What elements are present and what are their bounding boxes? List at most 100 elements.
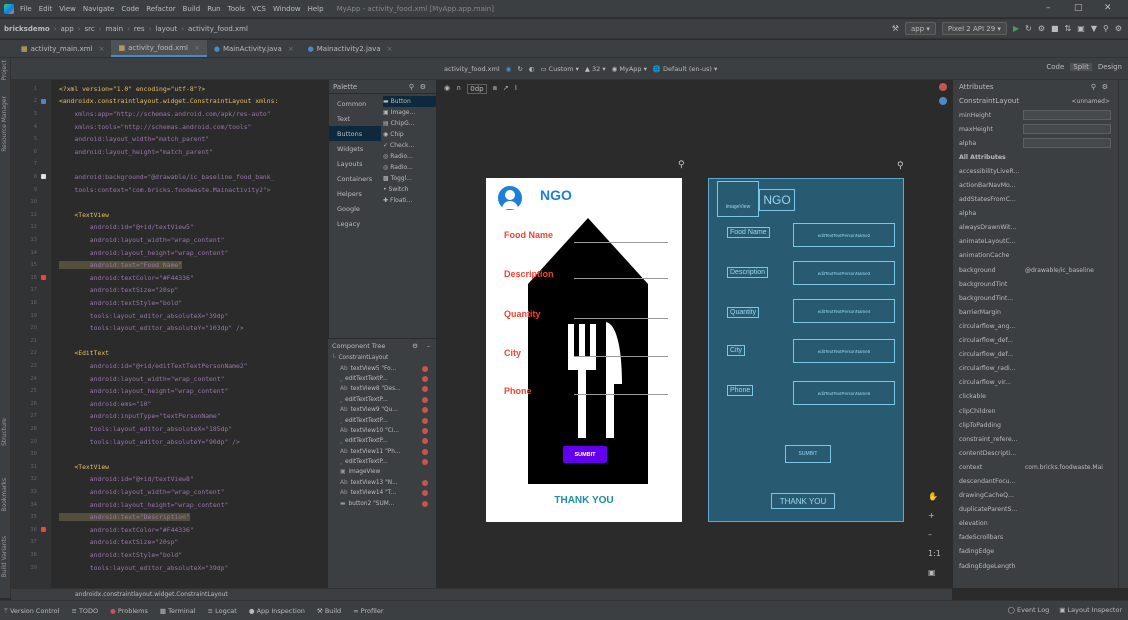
code-line[interactable]: 14 android:layout_height="wrap_content" bbox=[11, 248, 328, 258]
design-mode-button[interactable]: Design bbox=[1098, 63, 1122, 71]
palette-item[interactable]: ▬ Button bbox=[383, 96, 437, 107]
attribute-row[interactable]: addStatesFromC... bbox=[953, 193, 1118, 207]
code-line[interactable]: 17 android:textSize="20sp" bbox=[11, 286, 328, 296]
component-tree-row[interactable]: Ab textView11 "Ph... bbox=[328, 447, 436, 457]
attribute-value[interactable] bbox=[1023, 505, 1111, 515]
attribute-value[interactable] bbox=[1023, 476, 1111, 486]
close-tab-icon[interactable]: × bbox=[387, 45, 393, 53]
attribute-row[interactable]: clipChildren bbox=[953, 404, 1118, 418]
layout-inspector-tool[interactable]: ▣ Layout Inspector bbox=[1059, 606, 1122, 614]
palette-category[interactable]: Common bbox=[329, 96, 381, 111]
todo-tool[interactable]: ≡ TODO bbox=[71, 607, 98, 615]
code-line[interactable]: 7 bbox=[11, 160, 328, 170]
infer-constraints-icon[interactable]: ➚ bbox=[503, 84, 509, 94]
blueprint-phone-input[interactable]: editTextTextPersonName6 bbox=[793, 381, 895, 405]
gear-icon[interactable]: ⚙ bbox=[420, 83, 426, 91]
locale-select[interactable]: 🌐 Default (en-us) ▾ bbox=[653, 65, 717, 73]
city-input[interactable] bbox=[574, 356, 668, 357]
attribute-row[interactable]: clipToPadding bbox=[953, 418, 1118, 432]
component-tree-row[interactable]: ‸ editTextTextP... bbox=[328, 457, 436, 467]
component-tree-row[interactable]: ‸ editTextTextP... bbox=[328, 395, 436, 405]
code-line[interactable]: 15 android:text="Food Name" bbox=[11, 260, 328, 270]
search-icon[interactable]: ⚲ bbox=[1091, 83, 1096, 91]
palette-category[interactable]: Legacy bbox=[329, 216, 381, 231]
attribute-value[interactable] bbox=[1023, 195, 1111, 205]
code-line[interactable]: 3 xmlns:app="http://schemas.android.com/… bbox=[11, 109, 328, 119]
attribute-row[interactable]: background @drawable/ic_baseline bbox=[953, 263, 1118, 277]
menu-help[interactable]: Help bbox=[308, 5, 324, 13]
terminal-tool[interactable]: ▩ Terminal bbox=[160, 607, 196, 615]
code-line[interactable]: 26 android:ems="10" bbox=[11, 399, 328, 409]
resource-manager-tool-tab[interactable]: Resource Manager bbox=[1, 96, 8, 152]
orientation-icon[interactable]: ↻ bbox=[517, 65, 522, 73]
attribute-value[interactable] bbox=[1023, 350, 1111, 360]
blueprint-quantity[interactable]: Quantity bbox=[727, 307, 760, 318]
blueprint-image-view[interactable]: imageView bbox=[717, 181, 759, 217]
palette-item[interactable]: ▤ ChipG... bbox=[383, 118, 437, 129]
code-line[interactable]: 38 android:textStyle="bold" bbox=[11, 550, 328, 560]
phone-input[interactable] bbox=[574, 394, 668, 395]
attribute-row[interactable]: animateLayoutC... bbox=[953, 235, 1118, 249]
warning-icon[interactable] bbox=[422, 438, 428, 445]
code-line[interactable]: 1 <?xml version="1.0" encoding="utf-8"?> bbox=[11, 84, 328, 94]
warning-icon[interactable] bbox=[422, 386, 428, 393]
component-tree-row[interactable]: Ab textView5 "Fo... bbox=[328, 363, 436, 373]
food-name-input[interactable] bbox=[574, 242, 668, 243]
attribute-value[interactable] bbox=[1023, 209, 1111, 219]
attribute-row[interactable]: circularflow_ang... bbox=[953, 319, 1118, 333]
code-line[interactable]: 36 android:textColor="#F44336" bbox=[11, 525, 328, 535]
attribute-value[interactable] bbox=[1023, 223, 1111, 233]
breadcrumb-layout[interactable]: layout bbox=[155, 25, 177, 33]
settings-icon[interactable]: ⚙ bbox=[1115, 24, 1122, 33]
description-input[interactable] bbox=[574, 278, 668, 279]
code-line[interactable]: 21 bbox=[11, 336, 328, 346]
menu-file[interactable]: File bbox=[20, 5, 32, 13]
zoom-fit-icon[interactable]: ▣ bbox=[928, 568, 942, 577]
pin-icon[interactable]: ⚲ bbox=[897, 161, 904, 171]
submit-button[interactable]: SUMBIT bbox=[563, 446, 607, 463]
attribute-row[interactable]: alwaysDrawnWit... bbox=[953, 221, 1118, 235]
palette-category[interactable]: Buttons bbox=[329, 126, 381, 141]
menu-window[interactable]: Window bbox=[273, 5, 301, 13]
component-tree-row[interactable]: ▣ imageView bbox=[328, 467, 436, 477]
project-tool-tab[interactable]: Project bbox=[1, 60, 8, 81]
attribute-row[interactable]: backgroundTint bbox=[953, 277, 1118, 291]
code-mode-button[interactable]: Code bbox=[1046, 63, 1064, 71]
palette-item[interactable]: • Switch bbox=[383, 184, 437, 195]
tab-main-activity2[interactable]: ● Mainactivity2.java × bbox=[301, 40, 400, 57]
attribute-row[interactable]: maxHeight bbox=[953, 122, 1118, 136]
code-line[interactable]: 11 <TextView bbox=[11, 210, 328, 220]
code-line[interactable]: 32 android:id="@+id/textView8" bbox=[11, 475, 328, 485]
hammer-icon[interactable]: ⚒ bbox=[892, 24, 899, 33]
palette-category[interactable]: Layouts bbox=[329, 156, 381, 171]
code-line[interactable]: 12 android:id="@+id/textView5" bbox=[11, 223, 328, 233]
code-line[interactable]: 23 android:id="@+id/editTextTextPersonNa… bbox=[11, 361, 328, 371]
clear-constraints-icon[interactable]: ⧈ bbox=[493, 84, 497, 94]
attribute-value[interactable] bbox=[1023, 378, 1111, 388]
menu-refactor[interactable]: Refactor bbox=[146, 5, 175, 13]
warning-icon[interactable] bbox=[422, 448, 428, 455]
attribute-value[interactable] bbox=[1023, 293, 1111, 303]
warning-icon[interactable] bbox=[422, 407, 428, 414]
attribute-value[interactable] bbox=[1023, 321, 1111, 331]
attribute-row[interactable]: actionBarNavMo... bbox=[953, 178, 1118, 192]
menu-build[interactable]: Build bbox=[183, 5, 201, 13]
code-line[interactable]: 35 android:text="Description" bbox=[11, 512, 328, 522]
attribute-value[interactable]: com.bricks.foodwaste.Mai bbox=[1023, 462, 1111, 472]
palette-category[interactable]: Containers bbox=[329, 171, 381, 186]
zoom-out-icon[interactable]: – bbox=[928, 530, 942, 539]
attribute-row[interactable]: contentDescripti... bbox=[953, 446, 1118, 460]
breadcrumb-src[interactable]: src bbox=[85, 25, 95, 33]
code-line[interactable]: 22 <EditText bbox=[11, 349, 328, 359]
run-icon[interactable]: ▶ bbox=[1013, 24, 1019, 33]
code-line[interactable]: 31 <TextView bbox=[11, 462, 328, 472]
debug-icon[interactable]: ⚙ bbox=[1038, 24, 1045, 33]
code-line[interactable]: 34 android:layout_height="wrap_content" bbox=[11, 500, 328, 510]
logcat-tool[interactable]: ≡ Logcat bbox=[208, 607, 237, 615]
attribute-value[interactable] bbox=[1023, 448, 1111, 458]
zoom-actual-icon[interactable]: 1:1 bbox=[928, 549, 942, 558]
warning-icon[interactable] bbox=[422, 490, 428, 497]
code-line[interactable]: 8 android:background="@drawable/ic_basel… bbox=[11, 172, 328, 182]
minimize-icon[interactable]: – bbox=[1046, 3, 1051, 13]
color-swatch-icon[interactable] bbox=[41, 275, 46, 281]
